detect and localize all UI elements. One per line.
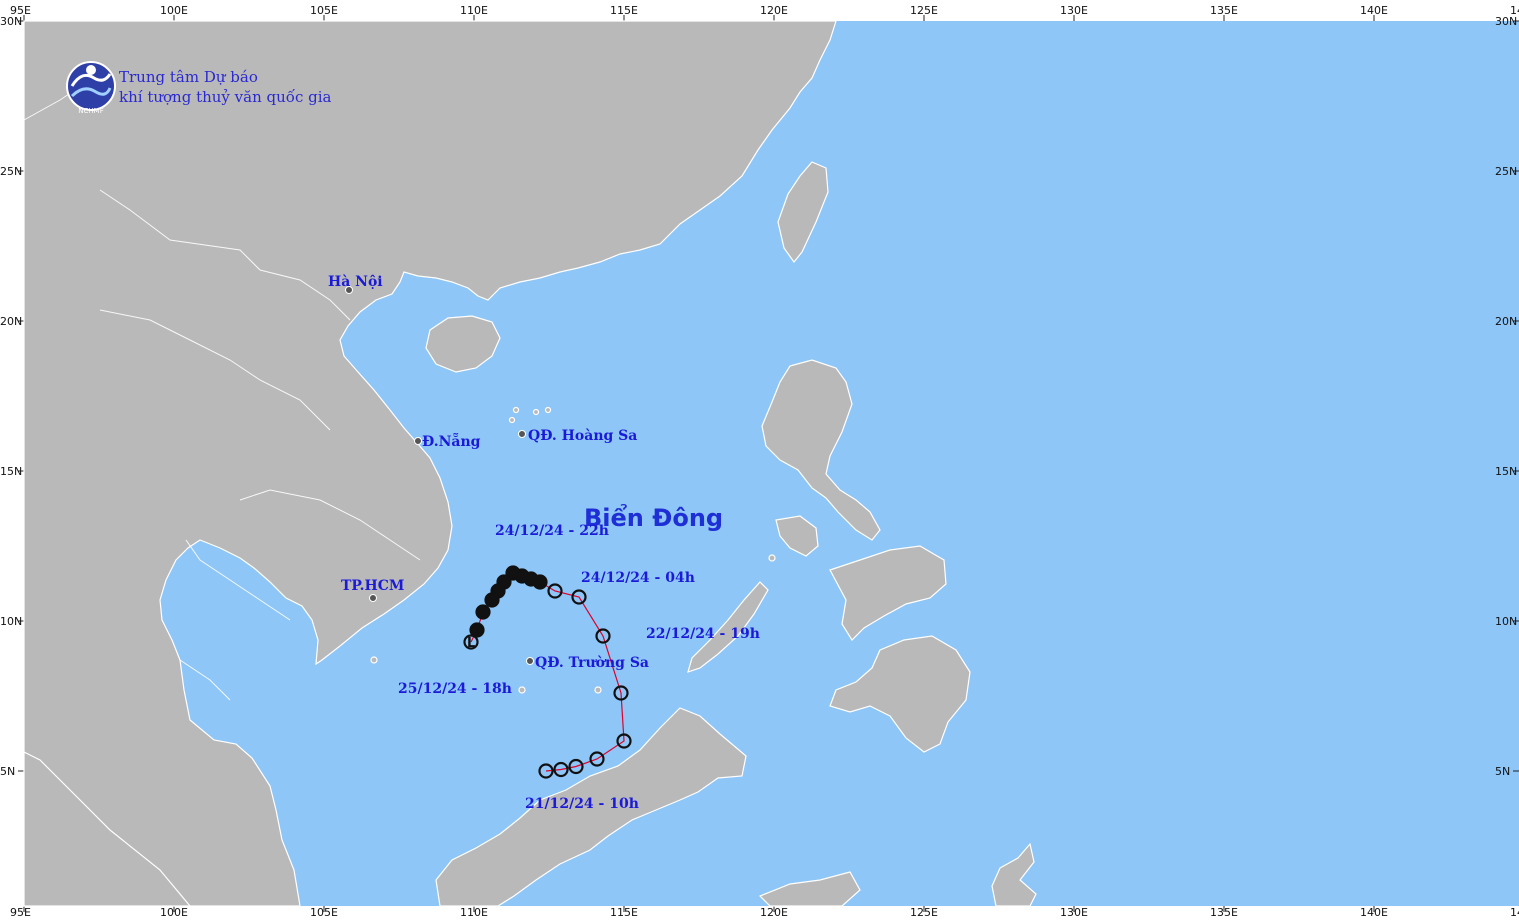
lat-tick-label: 15N (0, 465, 22, 478)
lon-tick-label: 100E (160, 4, 188, 17)
lon-tick-label: 105E (310, 906, 338, 919)
svg-text:L: L (467, 636, 475, 651)
land-islet-5 (768, 554, 776, 562)
land-islet-3 (544, 406, 552, 414)
lon-tick-label: 115E (610, 906, 638, 919)
lat-tick-label: 20N (0, 315, 22, 328)
label-danang: Đ.Nẵng (422, 431, 481, 450)
lon-tick-label: 140E (1360, 906, 1388, 919)
lat-tick-label: 30N (0, 15, 22, 28)
label-truongsa: QĐ. Trường Sa (535, 655, 649, 671)
lat-tick-label: 10N (0, 615, 22, 628)
land-islet-4 (508, 416, 516, 424)
land-islet-2 (532, 408, 540, 416)
lon-tick-label: 145E (1510, 906, 1519, 919)
track-label-t1: 21/12/24 - 10h (525, 796, 639, 812)
lat-tick-label: 10N (1495, 615, 1517, 628)
lat-tick-label: 5N (1495, 765, 1510, 778)
lon-tick-label: 130E (1060, 4, 1088, 17)
header-line1: Trung tâm Dự báo (119, 68, 258, 86)
lat-tick-label: 25N (1495, 165, 1517, 178)
lon-tick-label: 140E (1360, 4, 1388, 17)
label-hoangsa: QĐ. Hoàng Sa (528, 428, 637, 444)
track-label-t5: 25/12/24 - 18h (398, 681, 512, 697)
truongsa-marker (526, 657, 534, 665)
lat-tick-label: 20N (1495, 315, 1517, 328)
lon-tick-label: 130E (1060, 906, 1088, 919)
label-hanoi: Hà Nội (328, 274, 383, 290)
lon-tick-label: 115E (610, 4, 638, 17)
track-point (475, 604, 491, 620)
map-canvas: 95E95E100E100E105E105E110E110E115E115E12… (0, 0, 1519, 919)
lon-tick-label: 110E (460, 4, 488, 17)
land-islet-6 (518, 686, 526, 694)
land-islet-1 (512, 406, 520, 414)
label-hcm: TP.HCM (341, 578, 404, 594)
lon-tick-label: 105E (310, 4, 338, 17)
lat-tick-label: 30N (1495, 15, 1517, 28)
lat-tick-label: 5N (0, 765, 15, 778)
hcm-marker (369, 594, 377, 602)
lat-tick-label: 25N (0, 165, 22, 178)
lat-tick-label: 15N (1495, 465, 1517, 478)
lon-tick-label: 135E (1210, 4, 1238, 17)
header-line2: khí tượng thuỷ văn quốc gia (119, 88, 332, 106)
land-islet-8 (370, 656, 378, 664)
track-label-t4: 24/12/24 - 22h (495, 523, 609, 539)
lon-tick-label: 120E (760, 906, 788, 919)
track-label-t3: 24/12/24 - 04h (581, 570, 695, 586)
lon-tick-label: 120E (760, 4, 788, 17)
lon-tick-label: 135E (1210, 906, 1238, 919)
track-label-t2: 22/12/24 - 19h (646, 626, 760, 642)
lon-tick-label: 110E (460, 906, 488, 919)
land-islet-7 (594, 686, 602, 694)
logo-text: NCHMF (78, 107, 103, 115)
lon-tick-label: 100E (160, 906, 188, 919)
lon-tick-label: 95E (10, 906, 31, 919)
danang-marker (414, 437, 422, 445)
hoangsa-marker (518, 430, 526, 438)
storm-track-map: 95E 95E 100E 100E 105E 105E 110E 110E 115E 115E 12… (0, 0, 1519, 919)
track-point (484, 592, 500, 608)
lon-tick-label: 125E (910, 906, 938, 919)
lon-tick-label: 125E (910, 4, 938, 17)
